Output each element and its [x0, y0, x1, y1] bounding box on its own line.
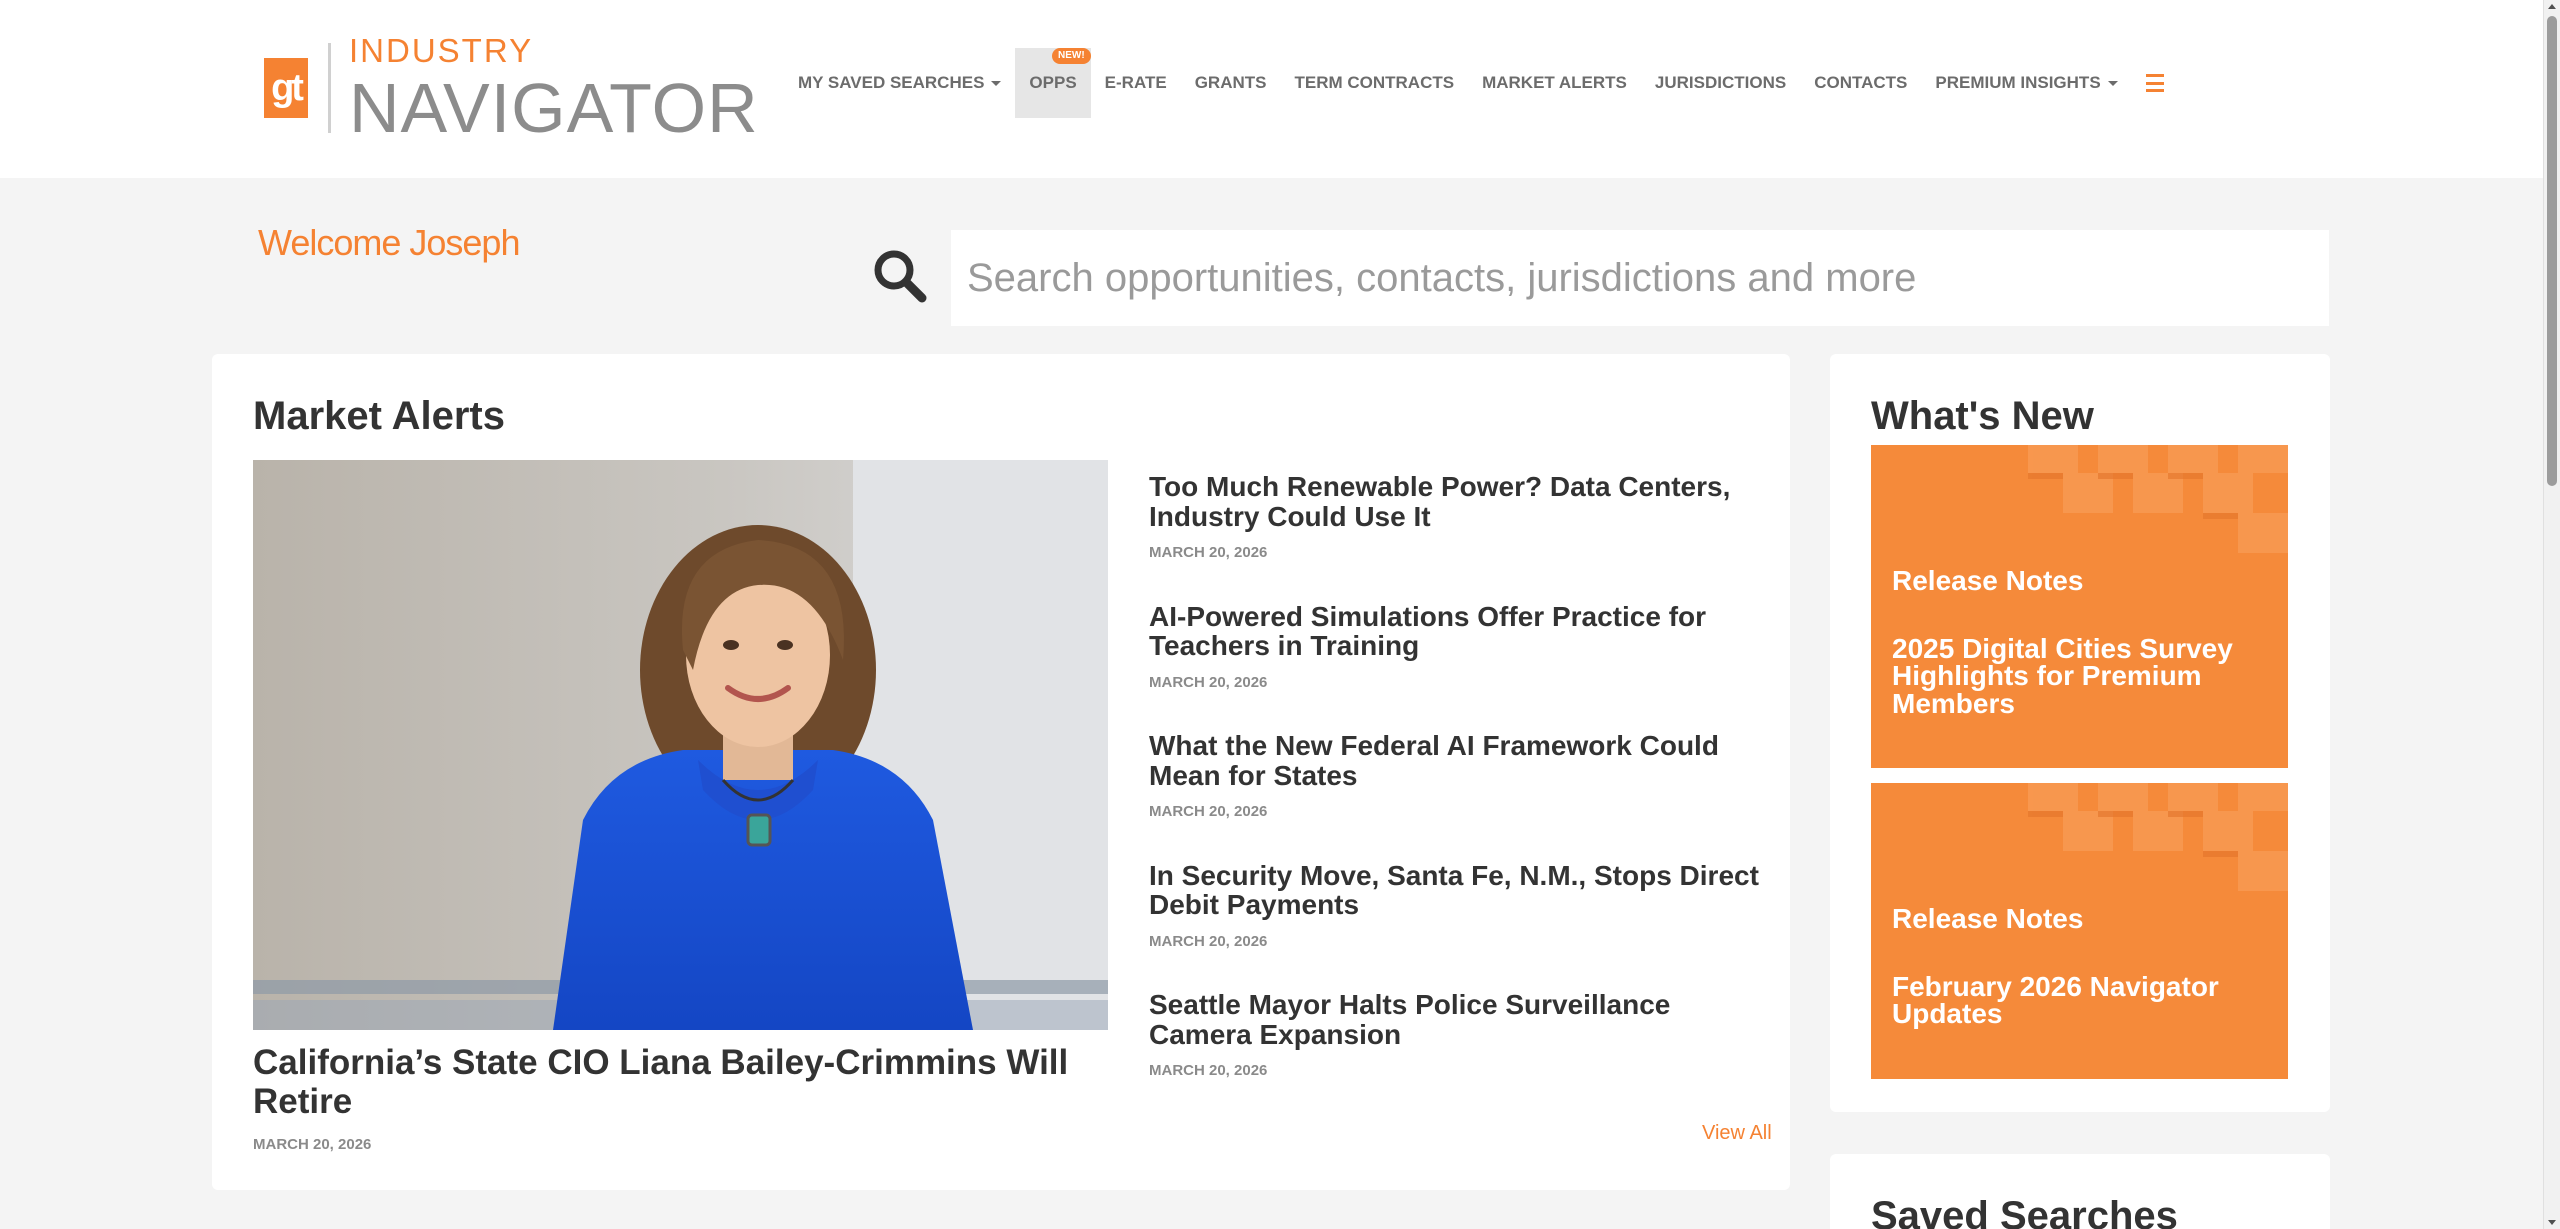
scroll-up-arrow-icon[interactable]	[2548, 4, 2556, 9]
alert-title[interactable]: Too Much Renewable Power? Data Centers, …	[1149, 472, 1769, 532]
alert-date: MARCH 20, 2026	[1149, 1062, 1268, 1080]
release-notes-tile[interactable]: Release Notes February 2026 Navigator Up…	[1871, 783, 2288, 1079]
new-badge: NEW!	[1052, 48, 1091, 64]
logo-text-industry: INDUSTRY	[349, 31, 534, 69]
alert-date: MARCH 20, 2026	[1149, 544, 1268, 562]
scroll-down-arrow-icon[interactable]	[2548, 1220, 2556, 1225]
nav-premium-insights[interactable]: PREMIUM INSIGHTS	[1921, 48, 2131, 118]
search-input[interactable]	[951, 230, 2329, 326]
alert-title[interactable]: What the New Federal AI Framework Could …	[1149, 731, 1769, 791]
search-icon[interactable]	[872, 248, 928, 304]
list-item: In Security Move, Santa Fe, N.M., Stops …	[1149, 860, 1769, 991]
featured-article-date: MARCH 20, 2026	[253, 1136, 372, 1153]
list-item: Too Much Renewable Power? Data Centers, …	[1149, 472, 1769, 602]
nav-opps[interactable]: OPPS NEW!	[1015, 48, 1091, 118]
market-alerts-heading: Market Alerts	[253, 394, 505, 438]
nav-contacts[interactable]: CONTACTS	[1800, 48, 1921, 118]
main-nav: MY SAVED SEARCHES OPPS NEW! E-RATE GRANT…	[784, 48, 2164, 118]
tile-label: Release Notes	[1892, 903, 2084, 934]
page-scrollbar[interactable]	[2543, 0, 2560, 1229]
alert-title[interactable]: AI-Powered Simulations Offer Practice fo…	[1149, 601, 1769, 661]
nav-market-alerts[interactable]: MARKET ALERTS	[1468, 48, 1641, 118]
nav-term-contracts[interactable]: TERM CONTRACTS	[1280, 48, 1468, 118]
chevron-down-icon	[991, 80, 1002, 86]
welcome-message: Welcome Joseph	[258, 222, 520, 263]
list-item: What the New Federal AI Framework Could …	[1149, 731, 1769, 861]
whats-new-heading: What's New	[1871, 394, 2094, 438]
top-header: gt INDUSTRY NAVIGATOR MY SAVED SEARCHES …	[0, 0, 2543, 178]
tile-pattern-graphic	[2028, 445, 2288, 553]
scrollbar-thumb[interactable]	[2547, 16, 2557, 486]
nav-my-saved-searches-label: MY SAVED SEARCHES	[798, 73, 985, 92]
list-item: Seattle Mayor Halts Police Surveillance …	[1149, 990, 1769, 1120]
alert-title[interactable]: In Security Move, Santa Fe, N.M., Stops …	[1149, 860, 1769, 920]
view-all-link[interactable]: View All	[1702, 1122, 1772, 1145]
logo-divider	[328, 43, 331, 133]
whats-new-card: What's New Release Notes 2025 Digital Ci…	[1830, 354, 2330, 1112]
saved-searches-card: Saved Searches	[1830, 1154, 2330, 1229]
alert-title[interactable]: Seattle Mayor Halts Police Surveillance …	[1149, 990, 1769, 1050]
nav-my-saved-searches[interactable]: MY SAVED SEARCHES	[784, 48, 1015, 118]
list-item: AI-Powered Simulations Offer Practice fo…	[1149, 601, 1769, 732]
featured-article-title[interactable]: California’s State CIO Liana Bailey-Crim…	[253, 1043, 1113, 1121]
chevron-down-icon	[2107, 80, 2118, 86]
market-alert-list: Too Much Renewable Power? Data Centers, …	[1149, 472, 1769, 1120]
logo-text-navigator: NAVIGATOR	[349, 68, 759, 147]
saved-searches-heading: Saved Searches	[1871, 1194, 2178, 1229]
alert-date: MARCH 20, 2026	[1149, 932, 1268, 950]
nav-premium-insights-label: PREMIUM INSIGHTS	[1935, 73, 2101, 92]
nav-grants[interactable]: GRANTS	[1181, 48, 1281, 118]
industry-navigator-logo[interactable]: gt INDUSTRY NAVIGATOR	[264, 34, 759, 143]
nav-opps-label: OPPS	[1029, 73, 1077, 92]
hamburger-icon[interactable]	[2145, 74, 2164, 92]
nav-jurisdictions[interactable]: JURISDICTIONS	[1641, 48, 1800, 118]
tile-label: Release Notes	[1892, 565, 2084, 596]
alert-date: MARCH 20, 2026	[1149, 803, 1268, 821]
tile-pattern-graphic	[2028, 783, 2288, 891]
market-alerts-card: Market Alerts California’s State CIO Lia…	[212, 354, 1790, 1190]
featured-article-image[interactable]	[253, 460, 1108, 1030]
nav-e-rate[interactable]: E-RATE	[1091, 48, 1181, 118]
alert-date: MARCH 20, 2026	[1149, 673, 1268, 691]
tile-text: February 2026 Navigator Updates	[1892, 971, 2219, 1030]
gt-logo-mark: gt	[264, 58, 308, 118]
logo-wordmark: INDUSTRY NAVIGATOR	[349, 34, 759, 143]
release-notes-tile[interactable]: Release Notes 2025 Digital Cities Survey…	[1871, 445, 2288, 768]
tile-text: 2025 Digital Cities Survey Highlights fo…	[1892, 633, 2233, 719]
